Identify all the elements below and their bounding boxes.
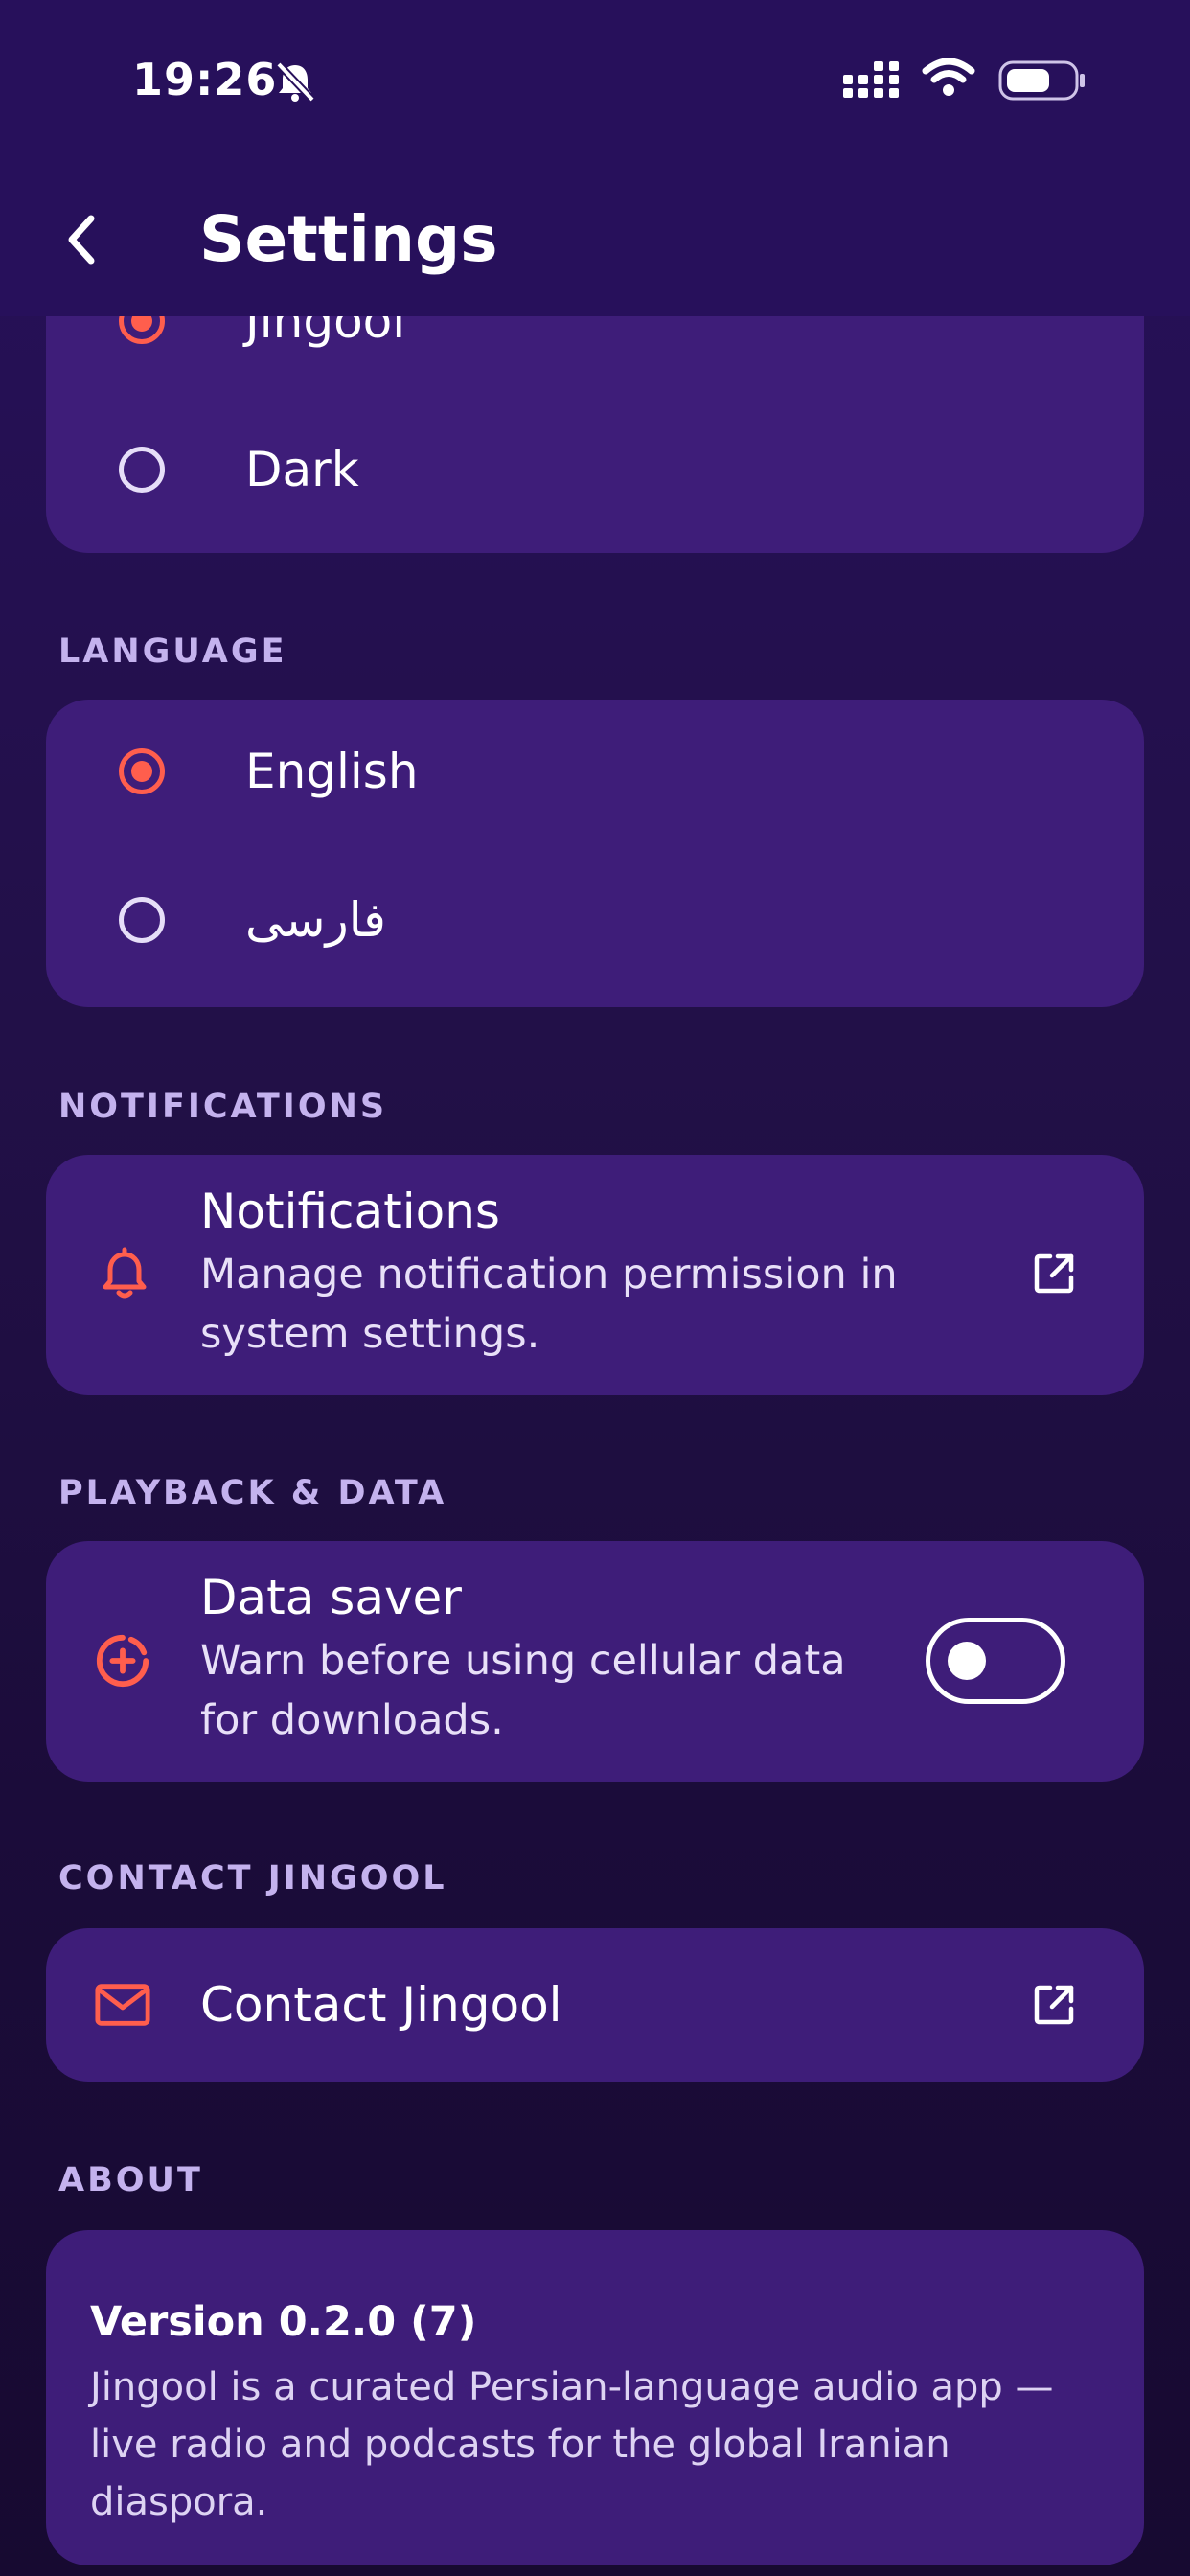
theme-option-jingool[interactable]: Jingool — [46, 316, 1144, 393]
language-option-label: فارسی — [245, 892, 386, 948]
row-subtitle: Manage notification permission in — [200, 1251, 898, 1299]
bell-muted-icon — [276, 61, 315, 103]
external-link-icon — [1034, 1985, 1074, 2025]
radio-unselected[interactable] — [119, 447, 165, 493]
battery-icon — [998, 60, 1085, 101]
app-version: Version 0.2.0 (7) — [90, 2298, 477, 2346]
back-button[interactable] — [38, 196, 125, 283]
section-label-playback: PLAYBACK & DATA — [58, 1474, 447, 1512]
data-saver-icon — [96, 1634, 149, 1688]
bell-icon — [103, 1247, 147, 1299]
section-label-contact: CONTACT JINGOOL — [58, 1859, 447, 1898]
notifications-row[interactable]: Notifications Manage notification permis… — [46, 1155, 1144, 1395]
theme-option-label: Jingool — [245, 316, 406, 349]
language-option-farsi[interactable]: فارسی — [46, 848, 1144, 992]
radio-unselected[interactable] — [119, 897, 165, 943]
page-title: Settings — [199, 202, 498, 276]
contact-row[interactable]: Contact Jingool — [46, 1928, 1144, 2082]
section-label-notifications: NOTIFICATIONS — [58, 1088, 388, 1126]
about-card: Version 0.2.0 (7) Jingool is a curated P… — [46, 2230, 1144, 2565]
row-title: Data saver — [200, 1570, 462, 1625]
status-time: 19:26 — [132, 54, 278, 105]
theme-option-dark[interactable]: Dark — [46, 398, 1144, 541]
section-label-language: LANGUAGE — [58, 632, 287, 671]
toggle-knob — [948, 1642, 986, 1680]
external-link-icon — [1034, 1254, 1074, 1294]
row-subtitle: for downloads. — [200, 1696, 504, 1744]
row-title: Notifications — [200, 1184, 500, 1239]
app-description: Jingool is a curated Persian-language au… — [90, 2365, 1054, 2524]
section-label-about: ABOUT — [58, 2161, 203, 2199]
radio-selected[interactable] — [119, 316, 165, 344]
theme-option-label: Dark — [245, 442, 359, 497]
app-bar: Settings — [0, 163, 1190, 316]
radio-selected[interactable] — [119, 748, 165, 794]
row-subtitle: Warn before using cellular data — [200, 1637, 846, 1685]
language-card: English فارسی — [46, 700, 1144, 1007]
language-option-label: English — [245, 744, 419, 799]
theme-card: Jingool Dark — [46, 316, 1144, 553]
status-bar: 19:26 — [0, 0, 1190, 163]
language-option-english[interactable]: English — [46, 700, 1144, 843]
data-saver-toggle[interactable] — [926, 1618, 1065, 1704]
settings-list[interactable]: Jingool Dark LANGUAGE English فارسی NOTI… — [0, 316, 1190, 2576]
chevron-left-icon — [68, 215, 95, 264]
row-title: Contact Jingool — [200, 1977, 562, 2033]
mail-icon — [95, 1984, 150, 2026]
data-saver-row[interactable]: Data saver Warn before using cellular da… — [46, 1541, 1144, 1782]
row-subtitle: system settings. — [200, 1310, 540, 1358]
signal-icon — [843, 61, 899, 98]
wifi-icon — [922, 58, 975, 96]
